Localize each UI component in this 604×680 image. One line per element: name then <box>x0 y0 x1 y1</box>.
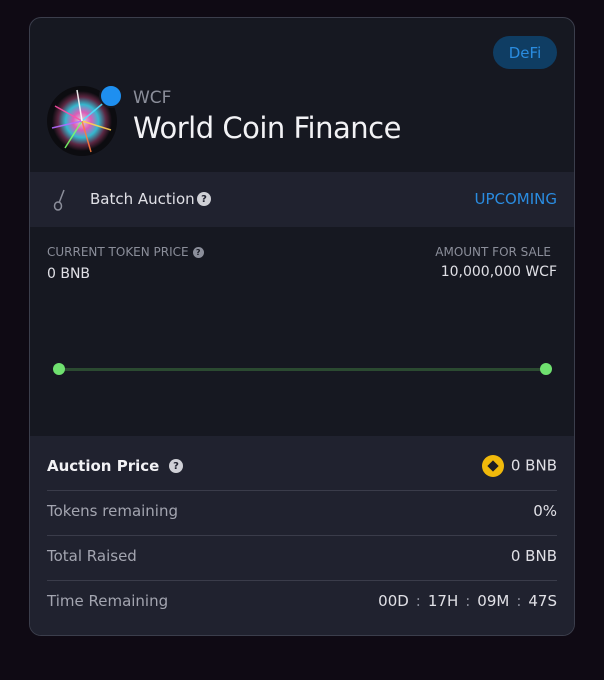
price-progress-track <box>59 368 547 371</box>
current-price-label: CURRENT TOKEN PRICE <box>47 245 189 259</box>
help-icon[interactable]: ? <box>169 459 184 473</box>
auction-type-bar: Batch Auction ? UPCOMING <box>30 172 574 227</box>
progress-start-dot <box>53 363 65 375</box>
total-raised-value: 0 BNB <box>510 546 557 565</box>
auction-price-value-wrap: 0 BNB <box>481 454 557 477</box>
countdown-separator: : <box>415 591 421 610</box>
current-price-value: 0 BNB <box>47 266 91 282</box>
verified-badge-icon <box>99 84 123 108</box>
time-remaining-row: Time Remaining 00D : 17H : 09M : 47S <box>47 578 557 623</box>
time-remaining-label: Time Remaining <box>47 591 169 610</box>
tokens-remaining-label: Tokens remaining <box>47 501 179 520</box>
project-logo-wrapper <box>47 84 123 156</box>
spoon-icon <box>52 189 68 211</box>
countdown-seconds: 47S <box>528 591 557 610</box>
countdown-timer: 00D : 17H : 09M : 47S <box>378 592 557 610</box>
auction-details: Auction Price ? 0 BNB Tokens remaining 0… <box>30 436 574 635</box>
auction-status: UPCOMING <box>474 190 557 208</box>
token-symbol: WCF <box>133 88 172 108</box>
countdown-hours: 17H <box>427 591 459 610</box>
countdown-separator: : <box>516 591 522 610</box>
amount-for-sale-label: AMOUNT FOR SALE <box>435 245 551 259</box>
auction-price-row: Auction Price ? 0 BNB <box>47 443 557 488</box>
auction-price-label: Auction Price <box>47 456 160 475</box>
total-raised-row: Total Raised 0 BNB <box>47 533 557 578</box>
auction-price-value: 0 BNB <box>510 456 557 474</box>
progress-end-dot <box>540 363 552 375</box>
help-icon[interactable]: ? <box>192 247 204 258</box>
auction-type-label: Batch Auction <box>90 190 195 208</box>
auction-card: DeFi WCF World Coin Finance Batch Auctio… <box>29 17 575 636</box>
project-name: World Coin Finance <box>133 111 401 145</box>
auction-price-label-wrap: Auction Price ? <box>47 456 184 475</box>
countdown-days: 00D <box>378 591 409 610</box>
amount-for-sale-value: 10,000,000 WCF <box>440 264 557 280</box>
bnb-coin-icon <box>481 454 504 477</box>
category-tag[interactable]: DeFi <box>493 36 557 69</box>
help-icon[interactable]: ? <box>197 192 211 206</box>
countdown-separator: : <box>465 591 471 610</box>
total-raised-label: Total Raised <box>47 546 137 565</box>
tokens-remaining-value: 0% <box>533 501 557 520</box>
current-price-label-wrap: CURRENT TOKEN PRICE? <box>47 245 204 259</box>
tokens-remaining-row: Tokens remaining 0% <box>47 488 557 533</box>
countdown-minutes: 09M <box>477 591 510 610</box>
